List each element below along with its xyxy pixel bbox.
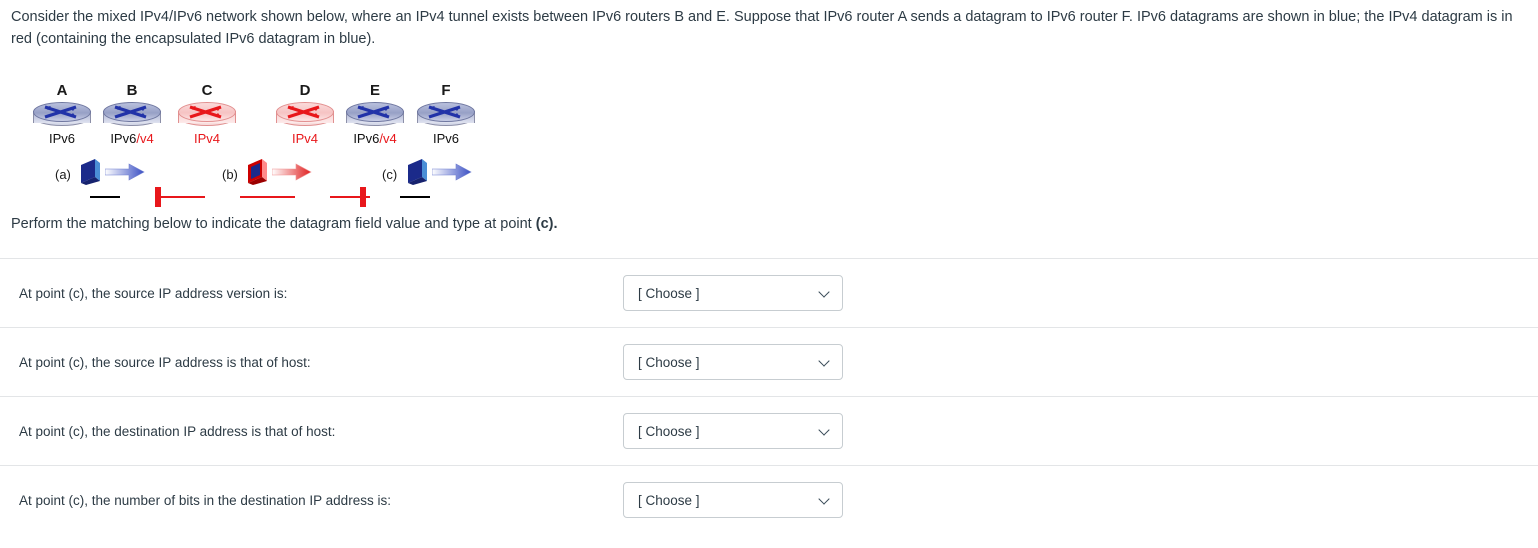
matching-row-select-wrap: [ Choose ] [623,482,843,518]
ipv6-packet-icon-a [81,159,100,185]
datagram-tag-c: (c) [382,167,398,182]
router-proto-e-main: IPv6 [353,131,380,146]
router-icon-f [417,102,475,128]
ipv6-packet-icon-c [408,159,427,185]
router-proto-e: IPv6/v4 [346,131,404,146]
router-icon-a [33,102,91,128]
router-icon-d [276,102,334,128]
matching-instruction-emphasis: (c). [535,216,558,232]
matching-row: At point (c), the number of bits in the … [0,465,1538,534]
router-proto-b-suffix: /v4 [136,131,154,146]
choose-dropdown-source-ip-version[interactable]: [ Choose ] [623,275,843,311]
router-label-a: A [56,82,68,99]
link-b-c [160,196,205,198]
matching-row-label: At point (c), the number of bits in the … [19,492,391,508]
datagram-tag-b: (b) [222,167,238,182]
flow-arrow-c [432,163,472,181]
router-crossed-arrows-icon [44,105,77,119]
choose-dropdown-value: [ Choose ] [638,492,700,508]
chevron-down-icon [820,287,831,298]
matching-row: At point (c), the source IP address vers… [0,258,1538,327]
matching-rows: At point (c), the source IP address vers… [0,258,1538,534]
choose-dropdown-destination-ip-host[interactable]: [ Choose ] [623,413,843,449]
question-intro-text: Consider the mixed IPv4/IPv6 network sho… [11,9,1513,47]
chevron-down-icon [820,425,831,436]
router-proto-b: IPv6/v4 [103,131,161,146]
router-proto-a: IPv6 [33,131,91,146]
flow-arrow-b [272,163,312,181]
matching-row: At point (c), the destination IP address… [0,396,1538,465]
router-label-b: B [126,82,138,99]
matching-instruction-lead: Perform the matching below to indicate t… [11,216,536,232]
router-icon-c [178,102,236,128]
router-label-c: C [201,82,213,99]
matching-row-select-wrap: [ Choose ] [623,275,843,311]
matching-row-select-wrap: [ Choose ] [623,344,843,380]
router-proto-b-main: IPv6 [110,131,137,146]
router-crossed-arrows-icon [189,105,222,119]
link-a-b [90,196,120,198]
tunnel-endpoint-e [360,187,366,207]
router-proto-d-main: IPv4 [291,131,318,146]
router-label-f: F [441,82,451,99]
chevron-down-icon [820,494,831,505]
router-label-d: D [299,82,311,99]
datagram-tag-a: (a) [55,167,71,182]
matching-instruction: Perform the matching below to indicate t… [11,216,557,232]
router-crossed-arrows-icon [287,105,320,119]
router-proto-e-suffix: /v4 [379,131,397,146]
router-label-e: E [369,82,380,99]
matching-row-label: At point (c), the source IP address is t… [19,354,311,370]
matching-row: At point (c), the source IP address is t… [0,327,1538,396]
router-proto-d: IPv4 [276,131,334,146]
router-proto-c: IPv4 [178,131,236,146]
matching-row-label: At point (c), the source IP address vers… [19,285,288,301]
chevron-down-icon [820,356,831,367]
matching-row-label: At point (c), the destination IP address… [19,423,336,439]
flow-arrow-a [105,163,145,181]
router-proto-f: IPv6 [417,131,475,146]
choose-dropdown-value: [ Choose ] [638,423,700,439]
choose-dropdown-destination-ip-bits[interactable]: [ Choose ] [623,482,843,518]
choose-dropdown-source-ip-host[interactable]: [ Choose ] [623,344,843,380]
router-crossed-arrows-icon [114,105,147,119]
choose-dropdown-value: [ Choose ] [638,354,700,370]
router-icon-b [103,102,161,128]
matching-row-select-wrap: [ Choose ] [623,413,843,449]
router-proto-f-main: IPv6 [432,131,459,146]
router-proto-a-main: IPv6 [48,131,75,146]
router-crossed-arrows-icon [357,105,390,119]
router-icon-e [346,102,404,128]
tunnel-endpoint-b [155,187,161,207]
router-proto-c-main: IPv4 [193,131,220,146]
choose-dropdown-value: [ Choose ] [638,285,700,301]
link-c-d [240,196,295,198]
link-e-f [400,196,430,198]
network-diagram: A IPv6 B IPv6/v4 C IPv4 D IPv4 E IPv6/v4… [0,82,500,207]
ipv4-encapsulated-packet-icon-b [248,159,267,185]
router-crossed-arrows-icon [428,105,461,119]
